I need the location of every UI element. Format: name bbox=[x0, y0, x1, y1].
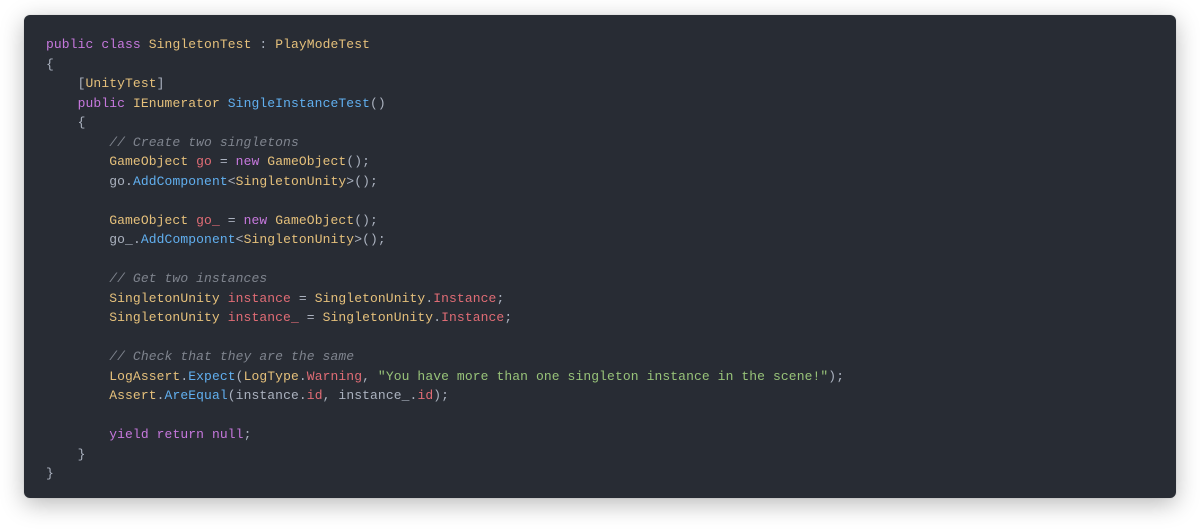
lt: < bbox=[236, 232, 244, 247]
method: AddComponent bbox=[133, 174, 228, 189]
attribute-name: UnityTest bbox=[86, 76, 157, 91]
local-var: instance_ bbox=[228, 310, 299, 325]
method: Expect bbox=[188, 369, 235, 384]
kw-public: public bbox=[78, 96, 125, 111]
code-block: public class SingletonTest : PlayModeTes… bbox=[24, 15, 1176, 500]
brace: } bbox=[46, 466, 54, 481]
local-var: instance bbox=[228, 291, 291, 306]
close: ); bbox=[433, 388, 449, 403]
property: Instance bbox=[433, 291, 496, 306]
attr-open: [ bbox=[78, 76, 86, 91]
attr-close: ] bbox=[157, 76, 165, 91]
string-literal: "You have more than one singleton instan… bbox=[378, 369, 828, 384]
dot: . bbox=[157, 388, 165, 403]
type: SingletonUnity bbox=[109, 310, 220, 325]
eq: = bbox=[212, 154, 236, 169]
generic-type: SingletonUnity bbox=[244, 232, 355, 247]
field: id bbox=[307, 388, 323, 403]
parens: () bbox=[370, 96, 386, 111]
kw-public: public bbox=[46, 37, 93, 52]
kw-return: return bbox=[157, 427, 204, 442]
kw-class: class bbox=[101, 37, 141, 52]
class-ref: LogAssert bbox=[109, 369, 180, 384]
type: SingletonUnity bbox=[109, 291, 220, 306]
arg: instance_ bbox=[338, 388, 409, 403]
local-var: go_ bbox=[196, 213, 220, 228]
obj: go_ bbox=[109, 232, 133, 247]
field: id bbox=[417, 388, 433, 403]
return-type: IEnumerator bbox=[133, 96, 220, 111]
punc: (); bbox=[362, 232, 386, 247]
colon: : bbox=[251, 37, 275, 52]
semi: ; bbox=[504, 310, 512, 325]
kw-new: new bbox=[244, 213, 268, 228]
enum-member: Warning bbox=[307, 369, 362, 384]
arg: instance bbox=[236, 388, 299, 403]
code-editor-window: public class SingletonTest : PlayModeTes… bbox=[24, 15, 1176, 498]
type: GameObject bbox=[109, 213, 188, 228]
class-ref: Assert bbox=[109, 388, 156, 403]
semi: ; bbox=[244, 427, 252, 442]
kw-null: null bbox=[212, 427, 244, 442]
comma: , bbox=[362, 369, 378, 384]
open-paren: ( bbox=[236, 369, 244, 384]
kw-yield: yield bbox=[109, 427, 149, 442]
method-name: SingleInstanceTest bbox=[228, 96, 370, 111]
lt: < bbox=[228, 174, 236, 189]
class-name: SingletonTest bbox=[149, 37, 252, 52]
eq: = bbox=[291, 291, 315, 306]
method: AddComponent bbox=[141, 232, 236, 247]
obj: go bbox=[109, 174, 125, 189]
punc: (); bbox=[354, 213, 378, 228]
close: ); bbox=[828, 369, 844, 384]
comment: // Create two singletons bbox=[109, 135, 299, 150]
comma: , bbox=[323, 388, 339, 403]
dot: . bbox=[133, 232, 141, 247]
comment: // Get two instances bbox=[109, 271, 267, 286]
comment: // Check that they are the same bbox=[109, 349, 354, 364]
local-var: go bbox=[196, 154, 212, 169]
class-ref: LogType bbox=[244, 369, 299, 384]
class-ref: SingletonUnity bbox=[315, 291, 426, 306]
brace: } bbox=[78, 447, 86, 462]
kw-new: new bbox=[236, 154, 260, 169]
dot: . bbox=[125, 174, 133, 189]
property: Instance bbox=[441, 310, 504, 325]
class-ref: SingletonUnity bbox=[323, 310, 434, 325]
open-paren: ( bbox=[228, 388, 236, 403]
ctor: GameObject bbox=[267, 154, 346, 169]
punc: (); bbox=[346, 154, 370, 169]
eq: = bbox=[299, 310, 323, 325]
generic-type: SingletonUnity bbox=[236, 174, 347, 189]
method: AreEqual bbox=[165, 388, 228, 403]
brace: { bbox=[78, 115, 86, 130]
punc: (); bbox=[354, 174, 378, 189]
type: GameObject bbox=[109, 154, 188, 169]
gt: > bbox=[354, 232, 362, 247]
ctor: GameObject bbox=[275, 213, 354, 228]
semi: ; bbox=[496, 291, 504, 306]
dot: . bbox=[299, 369, 307, 384]
base-class: PlayModeTest bbox=[275, 37, 370, 52]
brace: { bbox=[46, 57, 54, 72]
dot: . bbox=[433, 310, 441, 325]
dot: . bbox=[299, 388, 307, 403]
eq: = bbox=[220, 213, 244, 228]
